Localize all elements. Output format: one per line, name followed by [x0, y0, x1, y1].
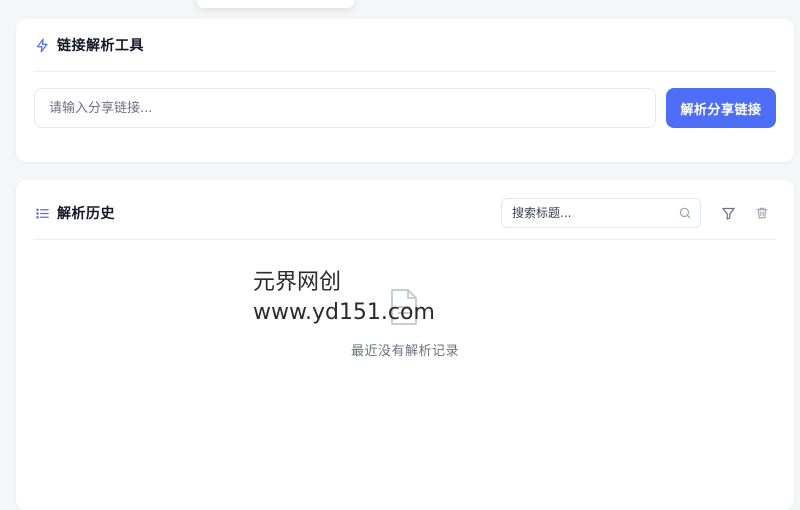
parse-history-header: 解析历史 [34, 187, 776, 240]
history-toolbar [501, 198, 776, 228]
lightning-icon [34, 37, 50, 53]
clear-history-button[interactable] [748, 199, 776, 227]
trash-icon [755, 206, 769, 220]
search-icon[interactable] [678, 206, 692, 220]
list-icon [34, 205, 50, 221]
dropdown-popover-edge [197, 0, 354, 8]
filter-icon [721, 206, 736, 221]
watermark-line-2: www.yd151.com [253, 300, 435, 325]
filter-button[interactable] [714, 199, 742, 227]
parse-link-button[interactable]: 解析分享链接 [666, 88, 776, 128]
link-parser-card: 链接解析工具 解析分享链接 [16, 19, 794, 162]
history-search-box[interactable] [501, 198, 701, 228]
history-search-input[interactable] [510, 205, 670, 221]
share-link-input[interactable] [34, 88, 656, 128]
parse-history-title: 解析历史 [57, 206, 115, 222]
link-parser-title: 链接解析工具 [57, 38, 144, 54]
watermark-line-1: 元界网创 [253, 270, 342, 295]
parse-history-card: 解析历史 搜索标题... 最近没有解析记录 [16, 180, 794, 510]
link-parser-header: 链接解析工具 [34, 19, 776, 72]
empty-history-message: 最近没有解析记录 [350, 344, 459, 359]
watermark: 元界网创 www.yd151.com [253, 268, 435, 328]
